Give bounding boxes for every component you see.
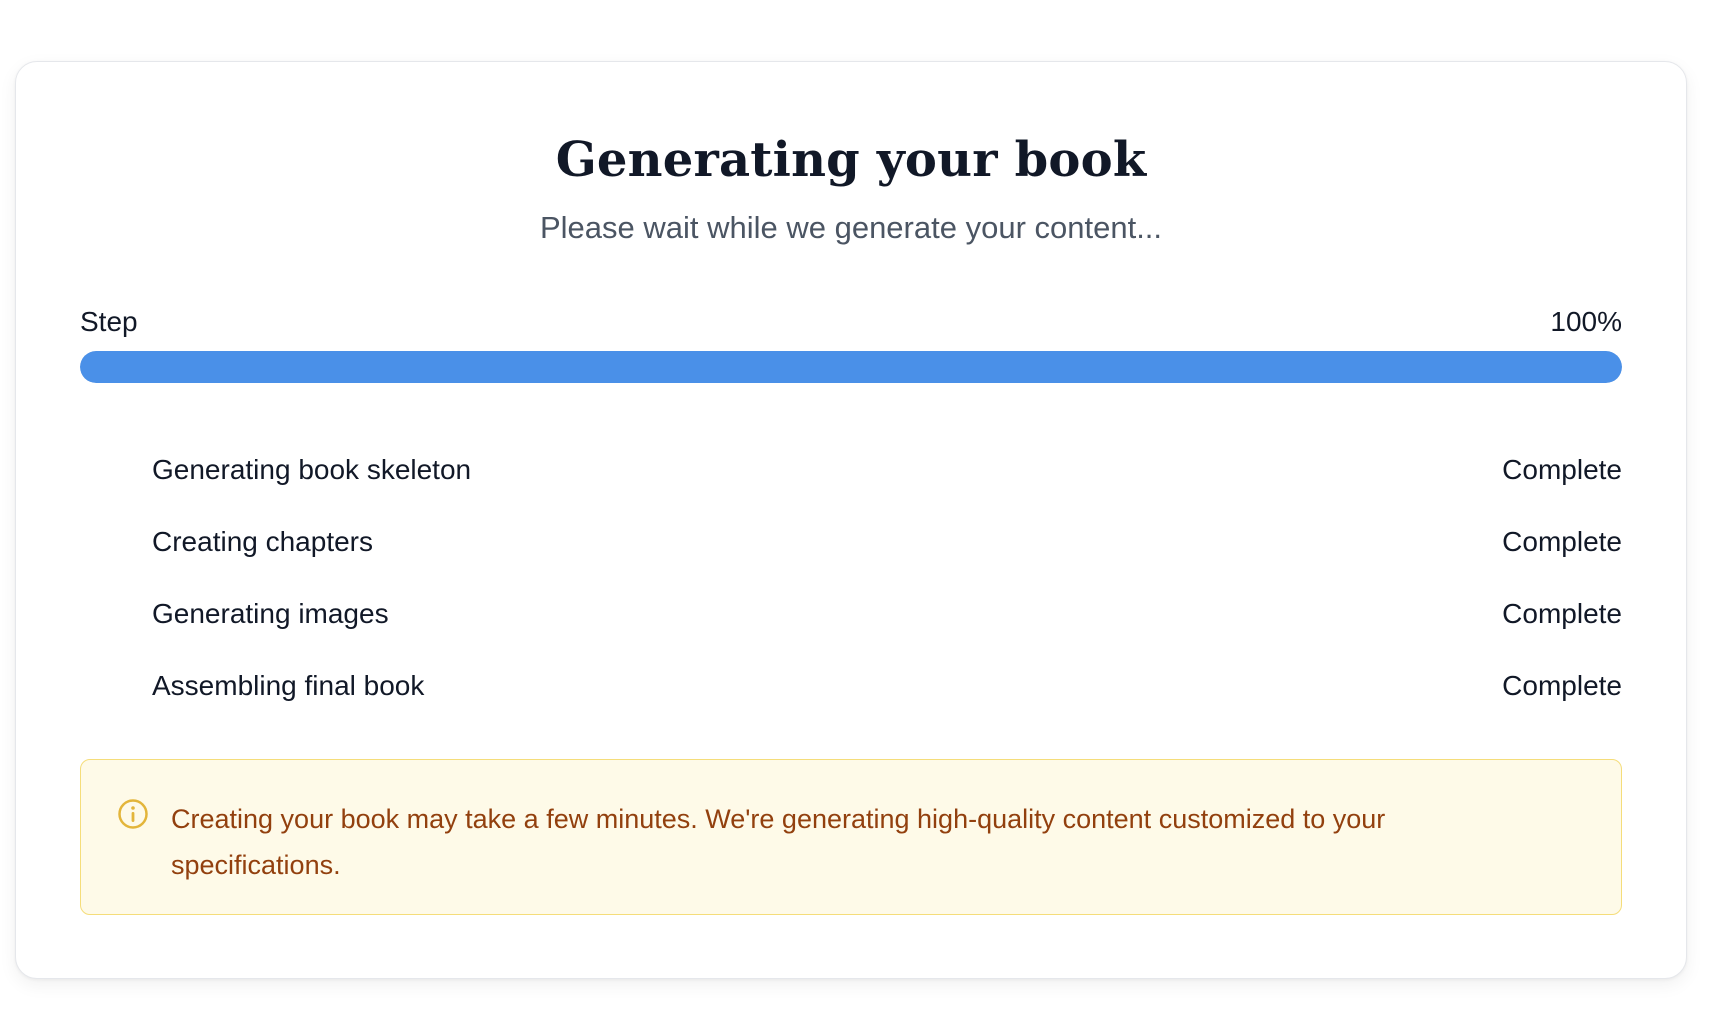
progress-label: Step (80, 306, 138, 337)
step-label: Creating chapters (152, 526, 374, 557)
progress-header: Step 100% (80, 304, 1622, 340)
generation-card: Generating your book Please wait while w… (15, 61, 1687, 979)
step-label: Generating images (152, 598, 389, 629)
step-row-assembling: Assembling final book Complete (152, 650, 1622, 722)
step-label: Assembling final book (152, 670, 425, 701)
step-row-images: Generating images Complete (152, 578, 1622, 650)
page-subtitle: Please wait while we generate your conte… (539, 210, 1163, 245)
progress-bar (80, 351, 1622, 383)
info-icon (117, 798, 149, 830)
progress-percent: 100% (1550, 306, 1622, 337)
step-label: Generating book skeleton (152, 454, 472, 485)
page-title: Generating your book (555, 132, 1147, 188)
info-notice: Creating your book may take a few minute… (80, 759, 1622, 915)
notice-text: Creating your book may take a few minute… (171, 804, 1386, 880)
step-status: Complete (1502, 526, 1622, 557)
step-status: Complete (1502, 454, 1622, 485)
step-status: Complete (1502, 598, 1622, 629)
page: Generating your book Please wait while w… (0, 0, 1710, 1018)
step-row-chapters: Creating chapters Complete (152, 506, 1622, 578)
progress-bar-fill (80, 351, 1622, 383)
step-row-skeleton: Generating book skeleton Complete (152, 434, 1622, 506)
step-status: Complete (1502, 670, 1622, 701)
